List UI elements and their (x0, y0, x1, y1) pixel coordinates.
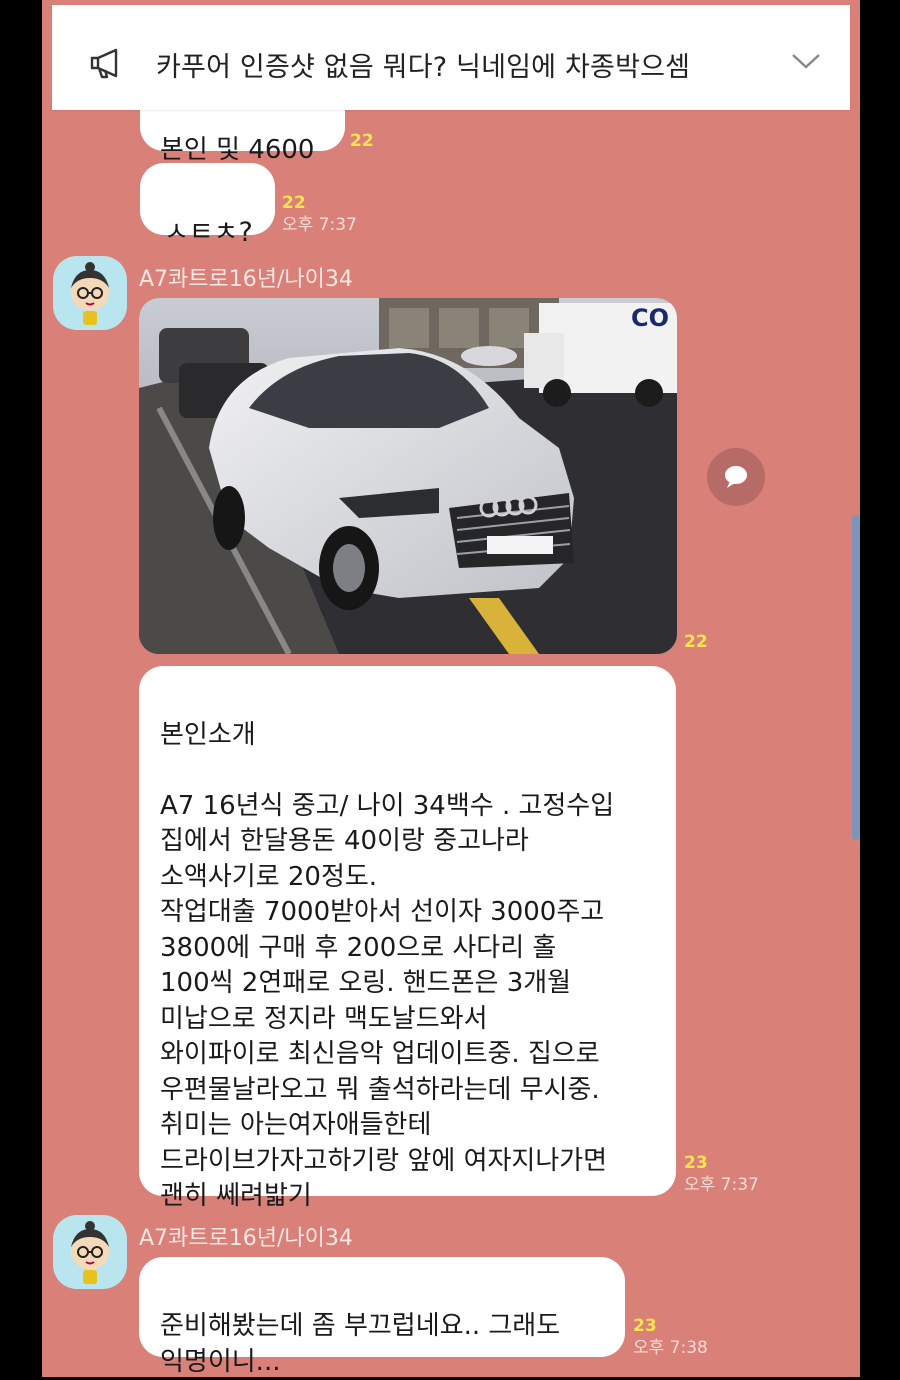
message-meta: 23 오후 7:38 (633, 1315, 708, 1359)
megaphone-icon (90, 48, 118, 79)
notice-bar[interactable]: 카푸어 인증샷 없음 뭐다? 닉네임에 차종박으셈 (52, 5, 850, 110)
message-text: 본인소개 A7 16년식 중고/ 나이 34백수 . 고정수입 집에서 한달용돈… (160, 719, 615, 1212)
share-button[interactable] (707, 448, 765, 506)
message-meta: 22 (684, 631, 708, 653)
sender-name[interactable]: A7콰트로16년/나이34 (139, 1220, 353, 1252)
sender-name[interactable]: A7콰트로16년/나이34 (139, 261, 353, 293)
avatar[interactable] (53, 1215, 127, 1289)
scrollbar[interactable] (852, 515, 860, 840)
message-bubble[interactable]: ㅅㅌㅊ? (140, 163, 275, 248)
unread-count: 23 (633, 1316, 657, 1336)
avatar-character-icon (71, 262, 109, 325)
message-meta: 23 오후 7:37 (684, 1152, 759, 1196)
unread-count: 22 (684, 632, 708, 652)
message-time: 오후 7:37 (282, 215, 357, 235)
photo-message[interactable]: CO (139, 298, 677, 654)
unread-count: 23 (684, 1153, 708, 1173)
car-photo: CO (139, 298, 677, 654)
share-icon (725, 466, 747, 488)
message-bubble[interactable]: 준비해봤는데 좀 부끄럽네요.. 그래도 익명이니... (139, 1257, 625, 1377)
unread-count: 22 (282, 193, 306, 213)
message-meta: 22 (350, 130, 374, 152)
chevron-down-icon[interactable] (790, 49, 822, 73)
truck-logo-text: CO (631, 304, 669, 332)
message-time: 오후 7:37 (684, 1175, 759, 1195)
message-text: 본인 및 4600 (160, 135, 315, 165)
message-bubble[interactable]: 본인소개 A7 16년식 중고/ 나이 34백수 . 고정수입 집에서 한달용돈… (139, 666, 676, 1211)
message-time: 오후 7:38 (633, 1338, 708, 1358)
notice-text: 카푸어 인증샷 없음 뭐다? 닉네임에 차종박으셈 (156, 52, 691, 83)
avatar-character-icon (71, 1221, 109, 1284)
unread-count: 22 (350, 131, 374, 151)
message-meta: 22 오후 7:37 (282, 192, 357, 236)
avatar[interactable] (53, 256, 127, 330)
message-text: ㅅㅌㅊ? (164, 217, 253, 248)
